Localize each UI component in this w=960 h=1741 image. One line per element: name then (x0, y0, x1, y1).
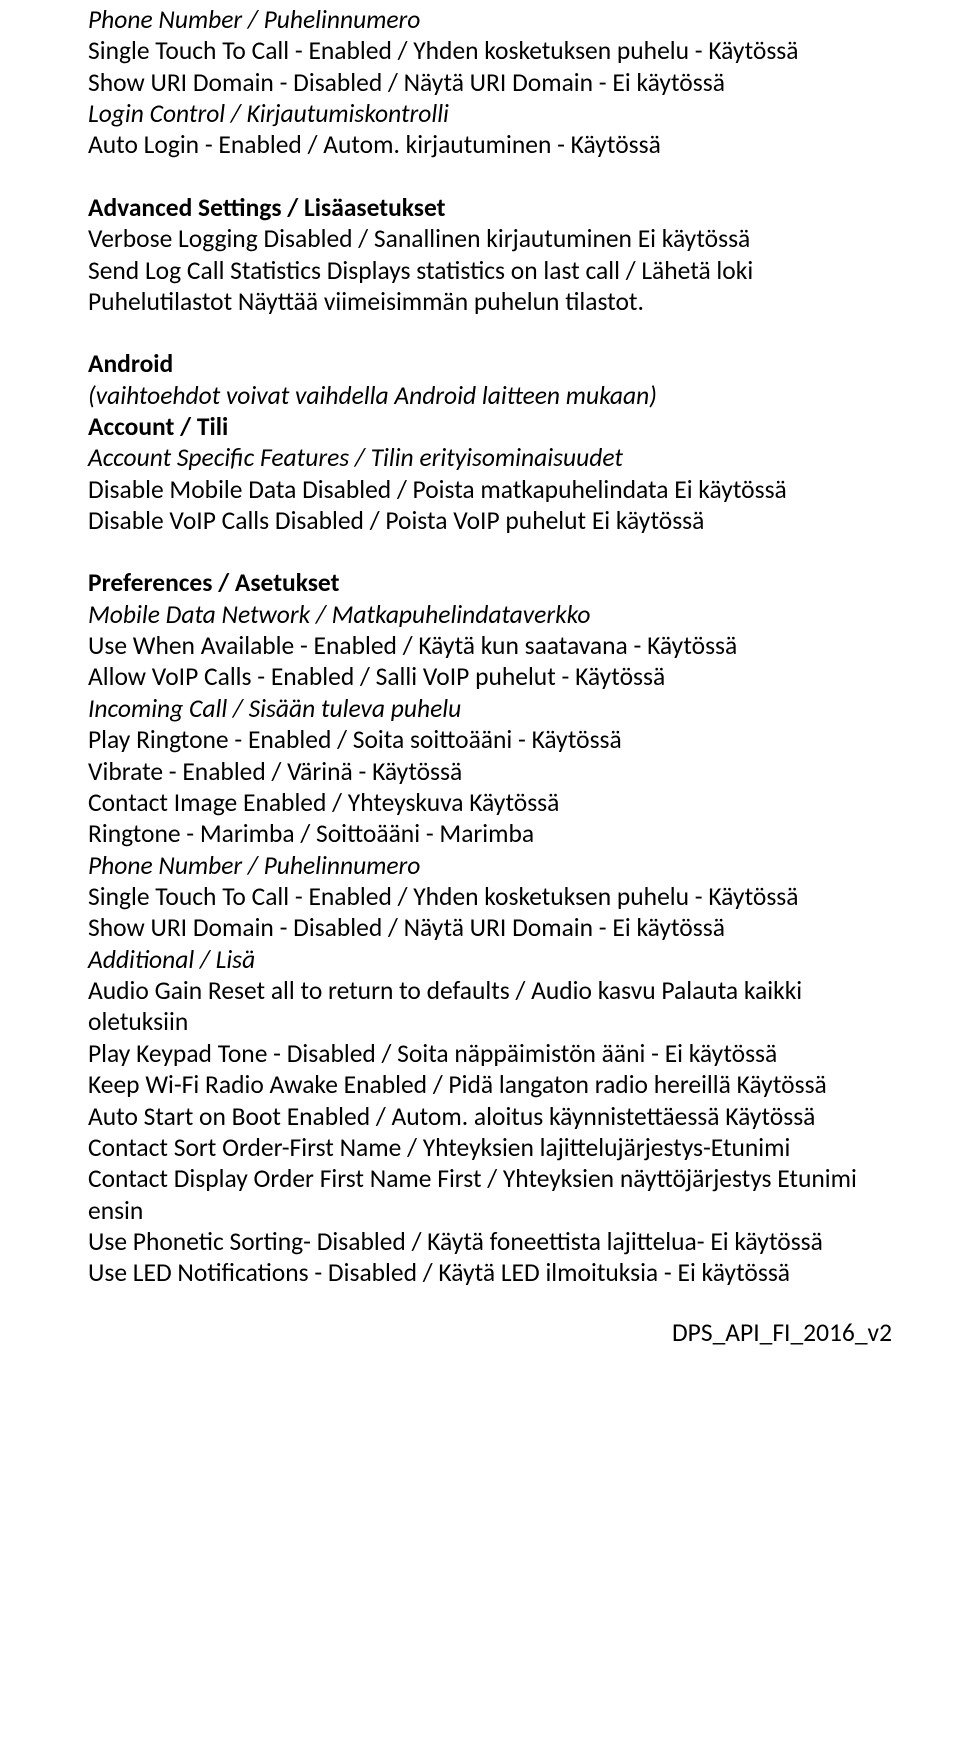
text-line: Auto Start on Boot Enabled / Autom. aloi… (88, 1101, 892, 1132)
text-line: Keep Wi-Fi Radio Awake Enabled / Pidä la… (88, 1069, 892, 1100)
heading-mobile-data-network: Mobile Data Network / Matkapuhelindatave… (88, 599, 892, 630)
text-line: Allow VoIP Calls - Enabled / Salli VoIP … (88, 661, 892, 692)
text-line: Disable VoIP Calls Disabled / Poista VoI… (88, 505, 892, 536)
heading-advanced-settings: Advanced Settings / Lisäasetukset (88, 192, 892, 223)
text-line: Audio Gain Reset all to return to defaul… (88, 975, 892, 1038)
heading-login-control: Login Control / Kirjautumiskontrolli (88, 98, 892, 129)
footer-doc-id: DPS_API_FI_2016_v2 (88, 1317, 892, 1348)
heading-account: Account / Tili (88, 411, 892, 442)
text-line: Send Log Call Statistics Displays statis… (88, 255, 892, 318)
text-line: Auto Login - Enabled / Autom. kirjautumi… (88, 129, 892, 160)
text-line: Disable Mobile Data Disabled / Poista ma… (88, 474, 892, 505)
heading-account-features: Account Specific Features / Tilin erityi… (88, 442, 892, 473)
text-line: Contact Image Enabled / Yhteyskuva Käytö… (88, 787, 892, 818)
heading-android: Android (88, 348, 892, 379)
heading-preferences: Preferences / Asetukset (88, 567, 892, 598)
paragraph-gap (88, 317, 892, 348)
text-line: Vibrate - Enabled / Värinä - Käytössä (88, 756, 892, 787)
text-line: Ringtone - Marimba / Soittoääni - Marimb… (88, 818, 892, 849)
text-line: Play Keypad Tone - Disabled / Soita näpp… (88, 1038, 892, 1069)
text-line: Single Touch To Call - Enabled / Yhden k… (88, 881, 892, 912)
text-line: Single Touch To Call - Enabled / Yhden k… (88, 35, 892, 66)
heading-incoming-call: Incoming Call / Sisään tuleva puhelu (88, 693, 892, 724)
text-line: Use When Available - Enabled / Käytä kun… (88, 630, 892, 661)
heading-additional: Additional / Lisä (88, 944, 892, 975)
paragraph-gap (88, 536, 892, 567)
text-line: Contact Display Order First Name First /… (88, 1163, 892, 1226)
text-line: Contact Sort Order-First Name / Yhteyksi… (88, 1132, 892, 1163)
text-line: Play Ringtone - Enabled / Soita soittoää… (88, 724, 892, 755)
text-line: Verbose Logging Disabled / Sanallinen ki… (88, 223, 892, 254)
text-line: Use Phonetic Sorting- Disabled / Käytä f… (88, 1226, 892, 1257)
text-line: Show URI Domain - Disabled / Näytä URI D… (88, 67, 892, 98)
heading-phone-number-2: Phone Number / Puhelinnumero (88, 850, 892, 881)
heading-phone-number: Phone Number / Puhelinnumero (88, 4, 892, 35)
text-line: Use LED Notifications - Disabled / Käytä… (88, 1257, 892, 1288)
paragraph-gap (88, 161, 892, 192)
text-line: Show URI Domain - Disabled / Näytä URI D… (88, 912, 892, 943)
sub-note-android: (vaihtoehdot voivat vaihdella Android la… (88, 380, 892, 411)
